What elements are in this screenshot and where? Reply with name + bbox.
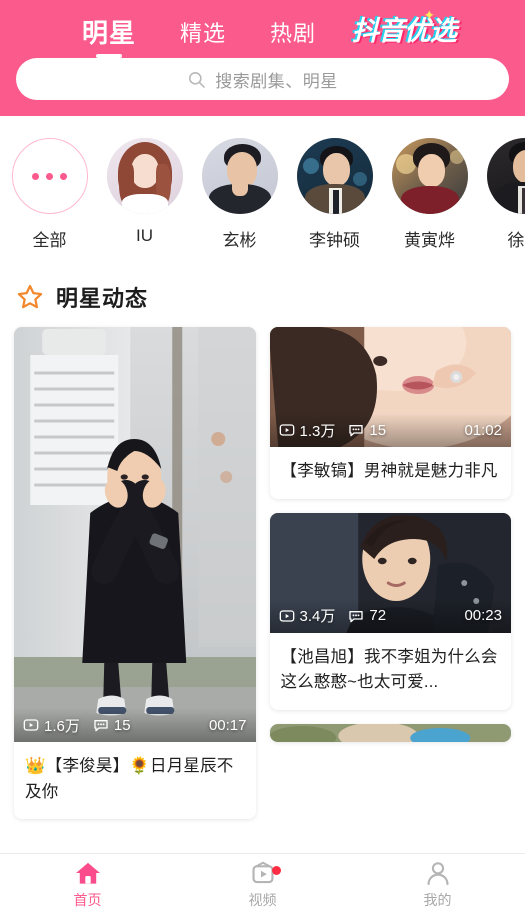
video-duration: 00:23: [464, 607, 502, 625]
play-icon: [279, 424, 294, 436]
comment-icon: [94, 720, 108, 732]
star-item-all[interactable]: 全部: [2, 138, 97, 251]
video-duration: 01:02: [464, 421, 502, 439]
search-input[interactable]: 搜索剧集、明星: [16, 58, 509, 100]
sparkle-icon: ✦: [423, 7, 435, 23]
section-header: 明星动态: [0, 259, 525, 327]
feed-column-left: 1.6万 15 00:17 👑【李俊昊】🌻日月星辰不及你: [14, 327, 256, 820]
star-item-leejongsuk-label: 李钟硕: [309, 231, 360, 250]
person-icon: [426, 861, 449, 885]
home-icon: [75, 862, 100, 884]
portrait-iu: [106, 138, 183, 214]
tab-featured-label: 精选: [180, 21, 227, 46]
video-title: 👑【李俊昊】🌻日月星辰不及你: [25, 757, 234, 801]
top-tab-bar: 明星 精选 热剧 ✦ 抖音优选: [0, 0, 525, 58]
comment-count: 15: [93, 717, 131, 734]
dot-icon: [32, 172, 39, 180]
tab-featured[interactable]: 精选: [158, 16, 248, 58]
feed-column-right: 1.3万 15 01:02 【李敏镐】男神就是魅力非凡 3.4万 72 00:2…: [269, 327, 511, 742]
dot-icon: [46, 172, 53, 180]
brand-logo-text: 抖音优选: [352, 16, 457, 46]
play-icon: [279, 609, 294, 622]
video-thumbnail[interactable]: 1.6万 15 00:17: [14, 327, 256, 742]
star-item-seoinguk-label: 徐仁: [507, 231, 525, 250]
video-thumbnail[interactable]: [269, 723, 511, 742]
avatar: [486, 138, 525, 214]
play-count-value: 1.3万: [299, 422, 336, 440]
search-icon: [189, 71, 206, 88]
star-outline-icon: [17, 284, 43, 309]
video-card[interactable]: 3.4万 72 00:23 【池昌旭】我不李姐为什么会这么憨憨~也太可爱...: [269, 512, 511, 710]
comment-count: 72: [348, 607, 386, 624]
avatar: [391, 138, 468, 214]
play-count-value: 1.6万: [44, 717, 80, 735]
tab-stars[interactable]: 明星: [60, 13, 158, 58]
comment-count: 15: [348, 422, 386, 439]
star-filter-row[interactable]: 全部 IU 玄彬 李钟硕 黄寅烨 徐: [0, 116, 525, 259]
portrait-hyunbin: [201, 138, 278, 214]
page-title: 明星动态: [56, 286, 149, 311]
star-item-hwanginyeop[interactable]: 黄寅烨: [382, 138, 477, 251]
portrait-seoinguk: [486, 138, 525, 214]
star-item-hwanginyeop-label: 黄寅烨: [404, 231, 455, 250]
play-count: 1.6万: [23, 715, 80, 736]
play-count: 3.4万: [279, 605, 336, 626]
video-card[interactable]: 1.6万 15 00:17 👑【李俊昊】🌻日月星辰不及你: [14, 327, 256, 820]
video-title: 【池昌旭】我不李姐为什么会这么憨憨~也太可爱...: [280, 647, 498, 692]
star-item-leejongsuk[interactable]: 李钟硕: [287, 138, 382, 251]
bottom-navigation: 首页 视频 我的: [0, 853, 525, 915]
video-stats-overlay: 1.3万 15 01:02: [269, 413, 511, 447]
comment-icon: [349, 425, 364, 437]
play-count: 1.3万: [279, 420, 336, 441]
portrait-leejongsuk: [296, 138, 373, 214]
app-header: 明星 精选 热剧 ✦ 抖音优选 搜索剧集、明星: [0, 0, 525, 116]
star-item-all-label: 全部: [32, 231, 67, 250]
tab-hot-drama[interactable]: 热剧: [248, 16, 338, 58]
play-icon: [23, 719, 39, 731]
thumbnail-image: [269, 723, 511, 742]
comment-count-value: 15: [369, 421, 387, 439]
portrait-hwanginyeop: [391, 138, 468, 214]
video-feed: 1.6万 15 00:17 👑【李俊昊】🌻日月星辰不及你 1.3万 15 01:…: [0, 327, 525, 820]
tab-stars-label: 明星: [82, 18, 137, 48]
brand-logo[interactable]: ✦ 抖音优选: [352, 7, 457, 58]
video-thumbnail[interactable]: 3.4万 72 00:23: [269, 512, 511, 633]
video-card[interactable]: 1.3万 15 01:02 【李敏镐】男神就是魅力非凡: [269, 327, 511, 499]
comment-count-value: 72: [369, 607, 387, 625]
video-stats-overlay: 3.4万 72 00:23: [269, 598, 511, 633]
video-stats-overlay: 1.6万 15 00:17: [14, 708, 256, 742]
nav-item-home[interactable]: 首页: [0, 860, 175, 910]
avatar: [201, 138, 278, 214]
nav-item-home-label: 首页: [73, 891, 102, 908]
search-bar-container: 搜索剧集、明星: [0, 58, 525, 100]
play-count-value: 3.4万: [299, 608, 336, 626]
video-thumbnail[interactable]: 1.3万 15 01:02: [269, 327, 511, 447]
thumbnail-image: [14, 327, 256, 742]
tab-hot-drama-label: 热剧: [270, 21, 317, 46]
star-item-hyunbin[interactable]: 玄彬: [192, 138, 287, 251]
all-stars-avatar: [11, 138, 88, 214]
comment-icon: [349, 610, 364, 622]
video-card-partial[interactable]: [269, 723, 511, 742]
video-duration: 00:17: [208, 716, 247, 734]
star-item-hyunbin-label: 玄彬: [222, 231, 257, 250]
notification-badge: [271, 865, 281, 875]
nav-item-video-label: 视频: [248, 891, 277, 908]
search-placeholder: 搜索剧集、明星: [215, 71, 338, 91]
nav-item-video[interactable]: 视频: [175, 860, 350, 910]
avatar: [296, 138, 373, 214]
star-item-seoinguk[interactable]: 徐仁: [477, 138, 525, 251]
comment-count-value: 15: [113, 716, 131, 734]
dot-icon: [60, 172, 67, 180]
app-root: 明星 精选 热剧 ✦ 抖音优选 搜索剧集、明星 全部 IU 玄彬 李钟硕 黄寅烨…: [0, 0, 525, 915]
nav-item-profile-label: 我的: [423, 891, 452, 908]
star-item-iu[interactable]: IU: [97, 138, 192, 251]
avatar: [106, 138, 183, 214]
nav-item-profile[interactable]: 我的: [350, 860, 525, 910]
star-item-iu-label: IU: [136, 226, 153, 245]
video-title: 【李敏镐】男神就是魅力非凡: [280, 462, 498, 480]
